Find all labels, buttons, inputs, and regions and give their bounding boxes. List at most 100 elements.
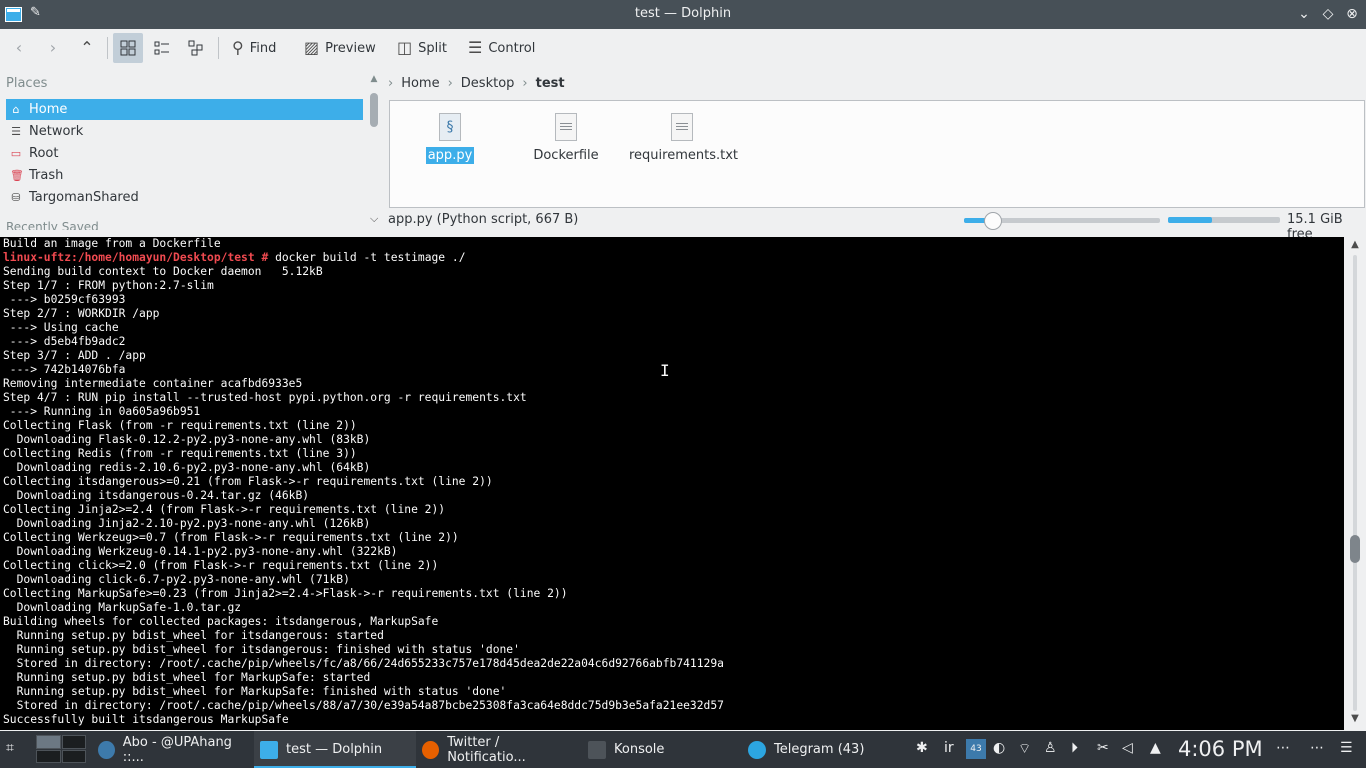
- terminal-line-text: ---> 742b14076bfa: [3, 363, 126, 376]
- desktop-3[interactable]: [36, 749, 61, 763]
- scrollbar-handle[interactable]: [1350, 535, 1360, 563]
- desktop-1[interactable]: [36, 735, 61, 749]
- terminal-line: ---> Running in 0a605a96b951: [3, 405, 724, 419]
- clock[interactable]: 4:06 PM: [1178, 737, 1263, 761]
- breadcrumb-current[interactable]: test: [536, 76, 565, 91]
- terminal-line-text: Running setup.py bdist_wheel for itsdang…: [3, 643, 520, 656]
- control-button[interactable]: ☰ Control: [462, 33, 541, 63]
- up-icon: ⌃: [80, 38, 94, 57]
- window-titlebar[interactable]: ✎ test — Dolphin ⌄ ◇ ⊗: [0, 0, 1366, 29]
- keyboard-layout[interactable]: ir: [944, 740, 954, 756]
- task-dolphin[interactable]: test — Dolphin: [254, 731, 416, 768]
- terminal-line-text: Collecting Jinja2>=2.4 (from Flask->-r r…: [3, 503, 446, 516]
- task-label: test — Dolphin: [286, 742, 383, 757]
- text-file-icon: [671, 113, 693, 141]
- panel-menu-icon[interactable]: ☰: [1340, 740, 1353, 756]
- terminal-line: Collecting MarkupSafe>=0.23 (from Jinja2…: [3, 587, 724, 601]
- scroll-down-arrow-icon[interactable]: ▼: [1349, 713, 1361, 724]
- terminal-line: Collecting Flask (from -r requirements.t…: [3, 419, 724, 433]
- file-item-app-py[interactable]: § app.py: [395, 113, 505, 164]
- compact-view-button[interactable]: [147, 33, 177, 63]
- application-launcher-icon[interactable]: ⌗: [6, 740, 14, 756]
- kde-connect-icon[interactable]: ◐: [993, 740, 1005, 756]
- zoom-slider-handle[interactable]: [984, 212, 1003, 230]
- back-icon: ‹: [15, 38, 23, 57]
- file-view[interactable]: § app.py Dockerfile requirements.txt: [389, 100, 1365, 208]
- volume-icon[interactable]: ◁: [1122, 740, 1133, 756]
- more-options-icon[interactable]: ⋯: [1310, 740, 1324, 756]
- users-icon[interactable]: ♙: [1044, 740, 1057, 756]
- scroll-up-arrow-icon[interactable]: ▲: [1349, 239, 1361, 250]
- task-browser[interactable]: Abo - @UPAhang ::...: [92, 731, 254, 768]
- place-item-root[interactable]: ▭ Root: [6, 143, 363, 164]
- task-telegram[interactable]: Telegram (43): [742, 731, 902, 768]
- terminal-line-text: Removing intermediate container acafbd69…: [3, 377, 303, 390]
- terminal-line-text: Stored in directory: /root/.cache/pip/wh…: [3, 699, 724, 712]
- chevron-down-icon[interactable]: ⌵: [370, 212, 378, 226]
- task-label: Twitter / Notificatio...: [447, 734, 526, 765]
- bluetooth-icon[interactable]: ✱: [916, 740, 928, 756]
- status-text: app.py (Python script, 667 B): [388, 212, 579, 227]
- place-item-trash[interactable]: 🗑 Trash: [6, 165, 363, 186]
- terminal-line-text: ---> Running in 0a605a96b951: [3, 405, 201, 418]
- terminal-line-text: Stored in directory: /root/.cache/pip/wh…: [3, 657, 724, 670]
- taskbar: ⌗ Abo - @UPAhang ::... test — Dolphin Tw…: [0, 731, 1366, 768]
- terminal-line-text: Step 2/7 : WORKDIR /app: [3, 307, 160, 320]
- media-player-icon[interactable]: ⏵: [1071, 740, 1078, 756]
- task-label: Konsole: [614, 742, 665, 757]
- terminal-scrollbar[interactable]: ▲ ▼: [1344, 237, 1366, 730]
- desktop-2[interactable]: [61, 735, 86, 749]
- terminal-line-text: Collecting click>=2.0 (from Flask->-r re…: [3, 559, 439, 572]
- scroll-up-arrow-icon[interactable]: ▲: [369, 74, 379, 84]
- terminal-line-text: Downloading MarkupSafe-1.0.tar.gz: [3, 601, 242, 614]
- terminal-line: Step 4/7 : RUN pip install --trusted-hos…: [3, 391, 724, 405]
- breadcrumb-item-home[interactable]: Home: [401, 76, 439, 91]
- places-scrollbar[interactable]: ▲: [369, 74, 379, 207]
- tray-expander-icon[interactable]: ▲: [1150, 740, 1161, 756]
- terminal-line-text: Downloading Jinja2-2.10-py2.py3-none-any…: [3, 517, 371, 530]
- details-view-button[interactable]: [181, 33, 211, 63]
- find-button[interactable]: ⚲ Find: [226, 33, 282, 63]
- icons-view-button[interactable]: [113, 33, 143, 63]
- terminal-line-text: Collecting Redis (from -r requirements.t…: [3, 447, 357, 460]
- toolbar-separator: [107, 37, 108, 59]
- back-button[interactable]: ‹: [4, 33, 34, 63]
- file-item-dockerfile[interactable]: Dockerfile: [511, 113, 621, 164]
- terminal-panel[interactable]: Build an image from a Dockerfile linux-uf…: [0, 237, 1344, 730]
- file-item-requirements-txt[interactable]: requirements.txt: [627, 113, 738, 164]
- task-konsole[interactable]: Konsole: [582, 731, 742, 768]
- control-label: Control: [488, 40, 536, 56]
- virtual-desktop-pager[interactable]: [36, 735, 86, 763]
- place-item-targomanshared[interactable]: ⛁ TargomanShared: [6, 187, 363, 208]
- forward-button[interactable]: ›: [38, 33, 68, 63]
- breadcrumb-item-desktop[interactable]: Desktop: [461, 76, 515, 91]
- place-item-network[interactable]: ☰ Network: [6, 121, 363, 142]
- minimize-button[interactable]: ⌄: [1294, 4, 1314, 24]
- split-button[interactable]: ◫ Split: [391, 33, 453, 63]
- terminal-line-text: Collecting MarkupSafe>=0.23 (from Jinja2…: [3, 587, 568, 600]
- scrollbar-handle[interactable]: [370, 93, 378, 127]
- up-button[interactable]: ⌃: [72, 33, 102, 63]
- more-options-icon[interactable]: ⋯: [1276, 740, 1290, 756]
- preview-button[interactable]: ▨ Preview: [298, 33, 382, 63]
- telegram-tray-badge[interactable]: 43: [966, 739, 986, 759]
- terminal-line: Step 2/7 : WORKDIR /app: [3, 307, 724, 321]
- place-item-label: Network: [29, 124, 84, 139]
- task-firefox[interactable]: Twitter / Notificatio...: [416, 731, 582, 768]
- terminal-line: Removing intermediate container acafbd69…: [3, 377, 724, 391]
- terminal-line: Downloading click-6.7-py2.py3-none-any.w…: [3, 573, 724, 587]
- network-icon: ☰: [11, 125, 21, 138]
- maximize-button[interactable]: ◇: [1318, 4, 1338, 24]
- scrollbar-rail[interactable]: [1353, 255, 1357, 711]
- desktop-4[interactable]: [61, 749, 86, 763]
- clipboard-scissors-icon[interactable]: ✂: [1097, 740, 1109, 756]
- place-item-home[interactable]: ⌂ Home: [6, 99, 363, 120]
- search-icon: ⚲: [232, 38, 244, 57]
- wifi-icon[interactable]: ⌔: [1018, 740, 1031, 758]
- terminal-line-text: Step 1/7 : FROM python:2.7-slim: [3, 279, 214, 292]
- zoom-slider[interactable]: [964, 212, 1160, 230]
- chevron-right-icon: ›: [447, 75, 453, 91]
- terminal-line-text: Sending build context to Docker daemon 5…: [3, 265, 323, 278]
- close-button[interactable]: ⊗: [1342, 4, 1362, 24]
- python-file-icon: §: [439, 113, 461, 141]
